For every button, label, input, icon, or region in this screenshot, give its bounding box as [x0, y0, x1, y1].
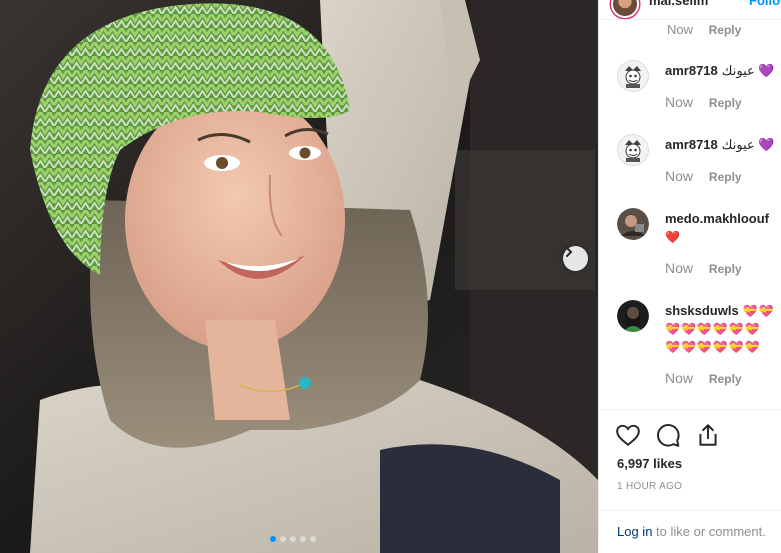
likes-count[interactable]: 6,997 likes	[617, 456, 682, 471]
reply-button[interactable]: Reply	[709, 96, 742, 110]
login-prompt-text: to like or comment.	[652, 524, 766, 539]
post-image	[0, 0, 598, 553]
photo-avatar-icon	[617, 300, 649, 332]
reply-button[interactable]: Reply	[709, 372, 742, 386]
commenter-avatar[interactable]	[617, 134, 649, 166]
share-icon[interactable]	[695, 422, 721, 448]
commenter-username[interactable]: amr8718	[665, 63, 718, 78]
comments-panel: mai.selim Follow Now Reply amr8718عيونك …	[598, 0, 781, 553]
previous-comment-meta: Now Reply	[667, 22, 741, 37]
cartoon-avatar-icon	[617, 60, 649, 92]
comment-text-line: 💝💝💝💝💝💝	[665, 340, 761, 354]
commenter-username[interactable]: medo.makhloouf	[665, 211, 769, 226]
reply-button[interactable]: Reply	[709, 170, 742, 184]
photo-avatar-icon	[617, 208, 649, 240]
comment-meta: Now Reply	[665, 260, 742, 276]
cartoon-avatar-icon	[617, 134, 649, 166]
commenter-avatar[interactable]	[617, 300, 649, 332]
carousel-next-button[interactable]	[563, 246, 588, 271]
comment-text: عيونك 💜	[721, 63, 775, 78]
author-username[interactable]: mai.selim	[649, 0, 708, 8]
comment-time: Now	[665, 168, 694, 184]
commenter-avatar[interactable]	[617, 60, 649, 92]
commenter-avatar[interactable]	[617, 208, 649, 240]
login-prompt: Log in to like or comment.	[599, 510, 781, 553]
comment-text: ❤️	[665, 230, 681, 244]
comment-text-line: 💝💝💝💝💝💝	[665, 322, 761, 336]
carousel-dots	[270, 536, 316, 542]
comment-time: Now	[665, 370, 694, 386]
comment-meta: Now Reply	[665, 168, 742, 184]
commenter-username[interactable]: amr8718	[665, 137, 718, 152]
heart-icon[interactable]	[615, 422, 641, 448]
carousel-dot	[270, 536, 276, 542]
carousel-dot	[290, 536, 296, 542]
chevron-right-icon	[566, 247, 573, 257]
author-avatar[interactable]	[611, 0, 639, 18]
carousel-dot	[300, 536, 306, 542]
comment-meta: Now Reply	[665, 370, 742, 386]
reply-button[interactable]: Reply	[709, 23, 742, 37]
comment-meta: Now Reply	[665, 94, 742, 110]
post-timestamp[interactable]: 1 HOUR AGO	[617, 481, 682, 492]
carousel-dot	[310, 536, 316, 542]
post-header: mai.selim Follow	[599, 0, 781, 20]
comment-time: Now	[665, 260, 694, 276]
commenter-username[interactable]: shsksduwls	[665, 303, 739, 318]
reply-button[interactable]: Reply	[709, 262, 742, 276]
comment-bubble-icon[interactable]	[655, 422, 681, 448]
comment-text-line: 💝💝	[742, 304, 775, 318]
carousel-dot	[280, 536, 286, 542]
post-photo[interactable]	[0, 0, 598, 553]
comment-time: Now	[667, 22, 694, 37]
comment-time: Now	[665, 94, 694, 110]
comment-text: عيونك 💜	[721, 137, 775, 152]
post-actions: 6,997 likes 1 HOUR AGO	[599, 409, 781, 492]
login-link[interactable]: Log in	[617, 524, 652, 539]
follow-button[interactable]: Follow	[749, 0, 781, 8]
